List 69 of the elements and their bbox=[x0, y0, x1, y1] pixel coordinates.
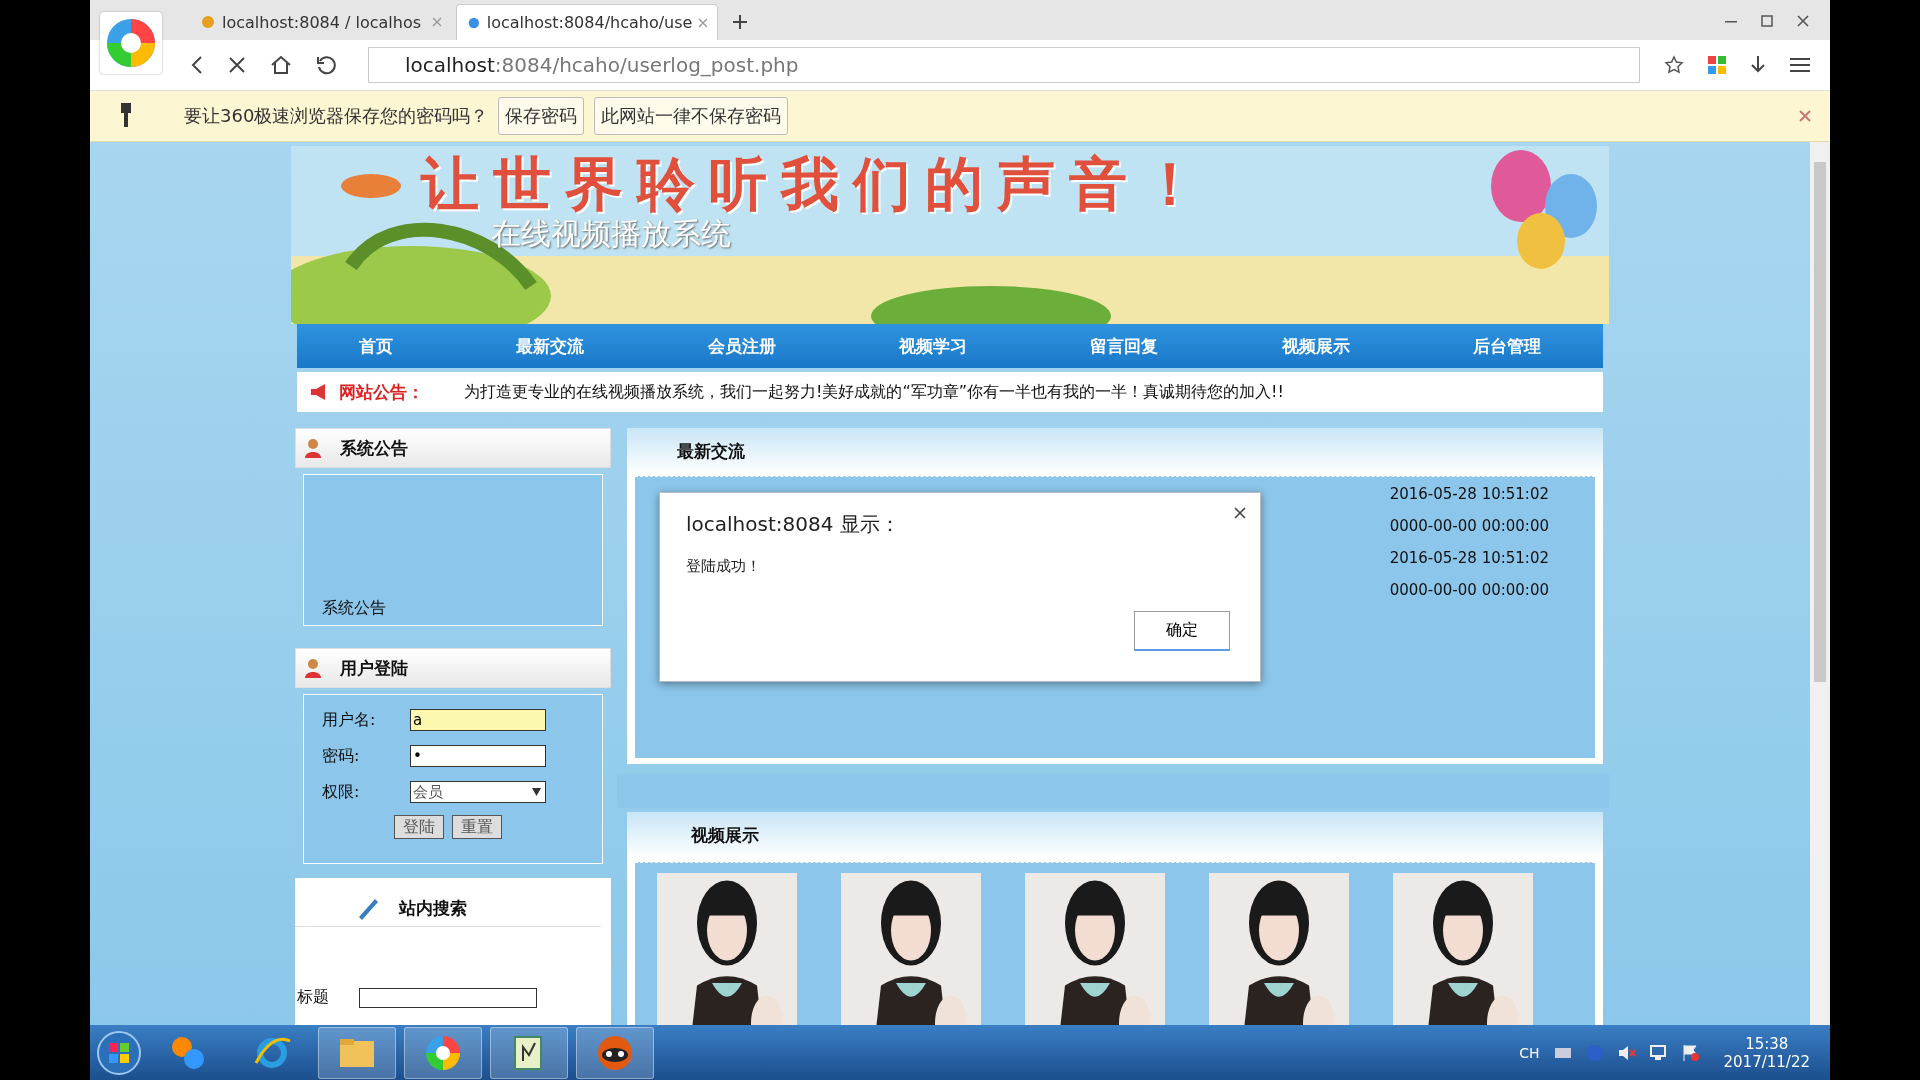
favicon-icon bbox=[200, 14, 216, 30]
announcement-item[interactable]: 系统公告 bbox=[322, 598, 386, 619]
panel-title: 视频展示 bbox=[691, 823, 759, 847]
language-indicator[interactable]: CH bbox=[1519, 1044, 1540, 1061]
password-field[interactable]: • bbox=[410, 745, 546, 767]
post-time: 0000-00-00 00:00:00 bbox=[1389, 517, 1549, 535]
ok-button[interactable]: 确定 bbox=[1134, 611, 1230, 651]
back-icon[interactable] bbox=[190, 55, 204, 75]
user-icon bbox=[304, 438, 322, 458]
panel-title: 系统公告 bbox=[340, 436, 408, 460]
home-icon[interactable] bbox=[270, 55, 292, 75]
dialog-message: 登陆成功！ bbox=[686, 557, 761, 576]
volume-icon[interactable] bbox=[1617, 1044, 1636, 1061]
close-icon[interactable] bbox=[1796, 14, 1810, 28]
nav-link[interactable]: 最新交流 bbox=[516, 334, 585, 358]
recorder-icon[interactable] bbox=[576, 1026, 654, 1079]
nav-link[interactable]: 视频学习 bbox=[898, 334, 967, 358]
browser-tab[interactable]: localhost:8084 / localhos bbox=[190, 4, 452, 40]
nav-link[interactable]: 首页 bbox=[358, 334, 393, 358]
start-icon[interactable] bbox=[96, 1029, 142, 1076]
panel-title: 最新交流 bbox=[677, 439, 745, 463]
notice-text: 为打造更专业的在线视频播放系统，我们一起努力!美好成就的“军功章”你有一半也有我的一半！真诚期待您的加入!! bbox=[464, 381, 1284, 403]
post-time: 0000-00-00 00:00:00 bbox=[1389, 581, 1549, 599]
post-time: 2016-05-28 10:51:02 bbox=[1389, 485, 1549, 503]
user-icon bbox=[304, 658, 322, 678]
field-label: 权限: bbox=[322, 781, 361, 803]
flag-icon[interactable] bbox=[1681, 1043, 1700, 1062]
form-button[interactable]: 登陆 bbox=[394, 815, 444, 839]
dialog-title: localhost:8084 显示： bbox=[686, 511, 900, 538]
apps-icon[interactable] bbox=[1708, 56, 1726, 74]
address-field[interactable]: localhost:8084/hcaho/userlog_post.php bbox=[368, 47, 1640, 83]
field-label: 用户名: bbox=[322, 709, 377, 731]
role-select[interactable]: 会员 bbox=[410, 781, 546, 803]
notice-label: 网站公告： bbox=[339, 380, 424, 404]
post-time: 2016-05-28 10:51:02 bbox=[1389, 549, 1549, 567]
browser-icon[interactable] bbox=[404, 1026, 482, 1079]
notepad-icon[interactable] bbox=[490, 1026, 568, 1079]
username-field[interactable]: a bbox=[410, 709, 546, 731]
nav-link[interactable]: 后台管理 bbox=[1473, 334, 1542, 358]
scrollbar-thumb[interactable] bbox=[1814, 162, 1826, 682]
reload-icon[interactable] bbox=[316, 55, 336, 75]
download-icon[interactable] bbox=[1750, 55, 1766, 75]
panel-title: 站内搜索 bbox=[399, 896, 467, 920]
password-button[interactable]: 此网站一律不保存密码 bbox=[594, 97, 789, 135]
scrollbar[interactable] bbox=[1810, 142, 1830, 1025]
save-password-prompt: 要让360极速浏览器保存您的密码吗？ bbox=[184, 104, 489, 128]
folder-icon[interactable] bbox=[318, 1026, 396, 1079]
star-icon[interactable] bbox=[1664, 55, 1684, 75]
form-button[interactable]: 重置 bbox=[452, 815, 502, 839]
nav-link[interactable]: 视频展示 bbox=[1281, 334, 1350, 358]
stop-icon[interactable] bbox=[228, 56, 246, 74]
nav-link[interactable]: 留言回复 bbox=[1090, 334, 1159, 358]
title-field[interactable] bbox=[359, 987, 537, 1008]
nav-link[interactable]: 会员注册 bbox=[707, 334, 776, 358]
panel-title: 用户登陆 bbox=[340, 656, 408, 680]
menu-icon[interactable] bbox=[1790, 57, 1810, 73]
clock-date[interactable]: 2017/11/22 bbox=[1723, 1052, 1810, 1071]
browser-tab[interactable]: localhost:8084/hcaho/use bbox=[456, 4, 718, 40]
browser-logo-icon[interactable] bbox=[100, 12, 162, 74]
field-label: 密码: bbox=[322, 745, 361, 767]
network-icon[interactable] bbox=[1649, 1044, 1668, 1061]
maximize-icon[interactable] bbox=[1760, 14, 1774, 28]
field-label: 标题 bbox=[297, 987, 330, 1008]
new-tab-icon[interactable] bbox=[732, 14, 748, 30]
close-icon[interactable] bbox=[1234, 507, 1246, 519]
clock-time[interactable]: 15:38 bbox=[1745, 1034, 1789, 1053]
caret-icon[interactable] bbox=[532, 788, 541, 796]
password-button[interactable]: 保存密码 bbox=[498, 97, 585, 135]
key-icon bbox=[118, 103, 134, 129]
